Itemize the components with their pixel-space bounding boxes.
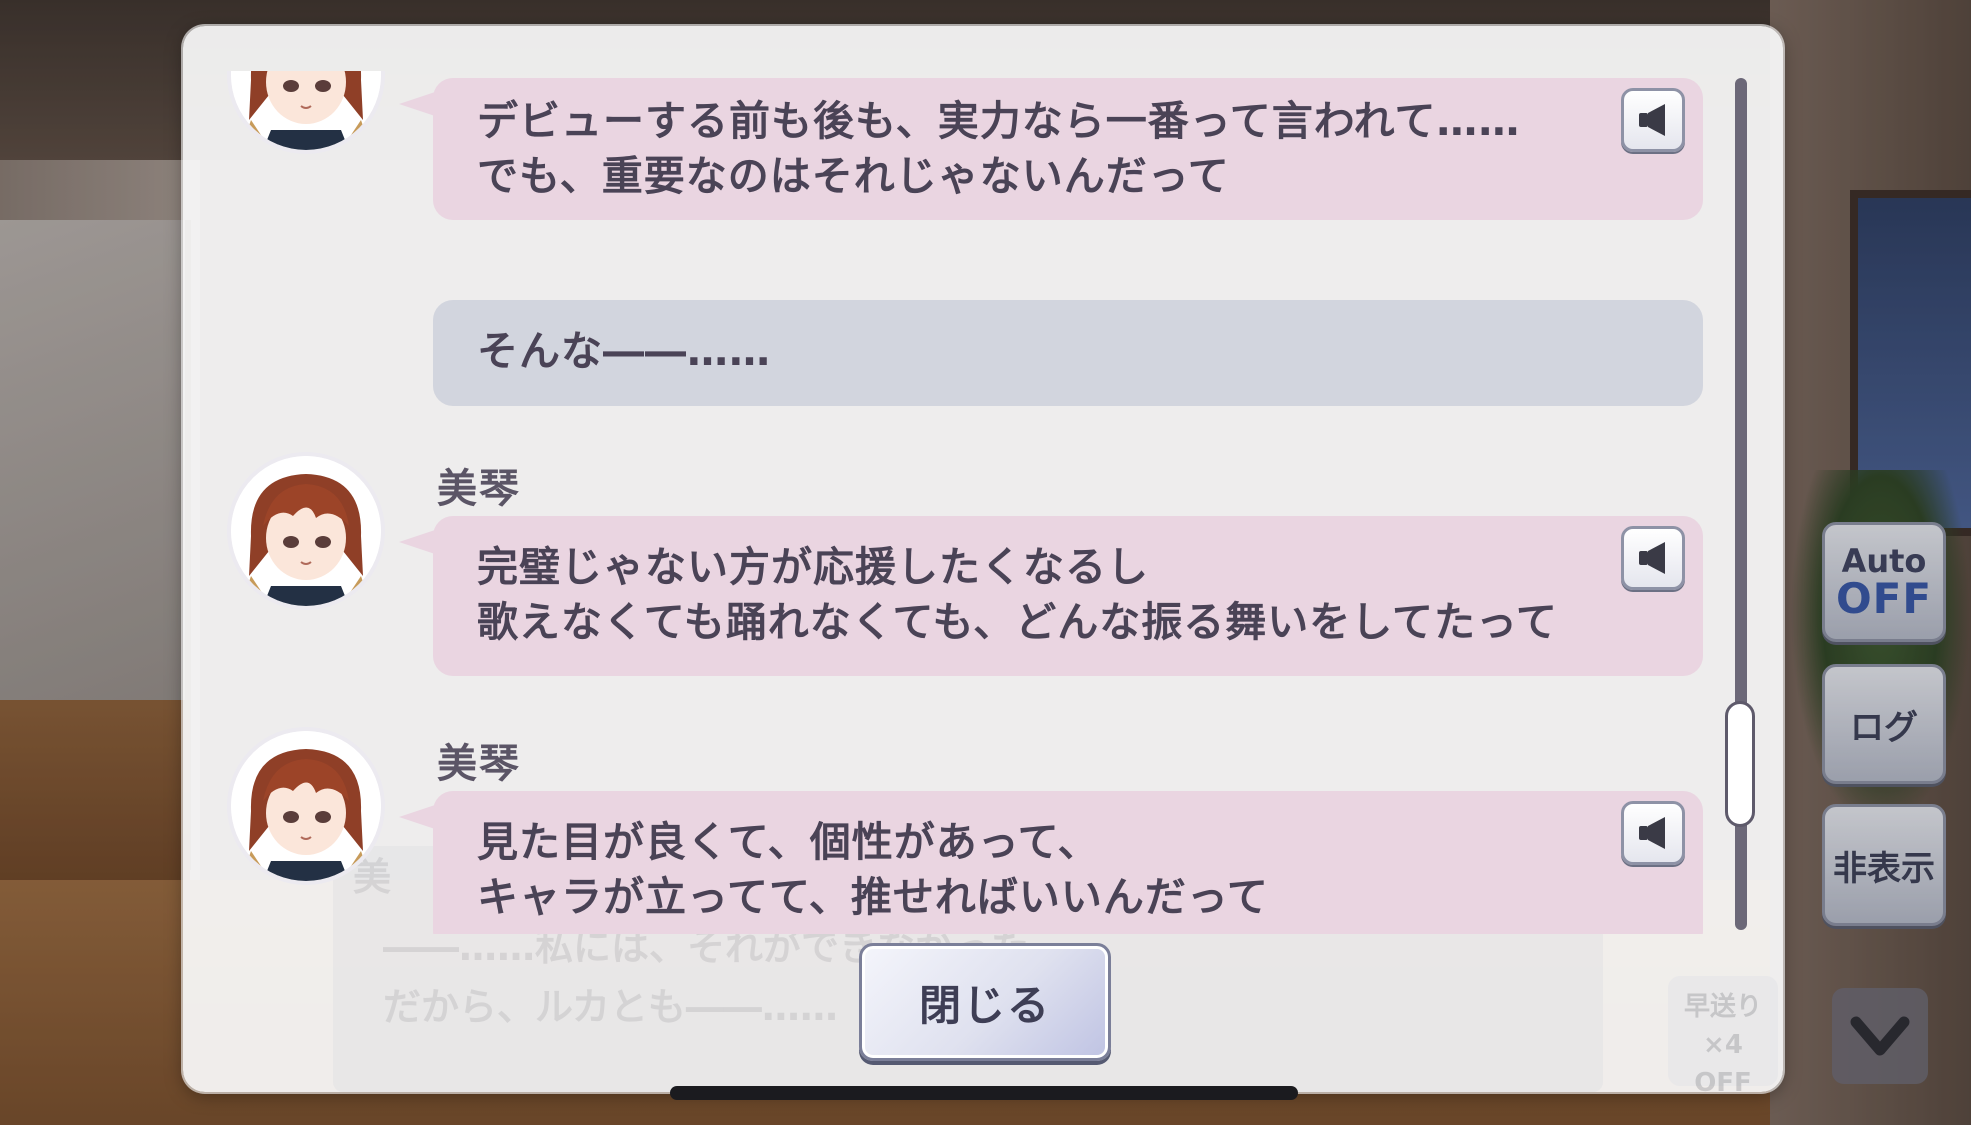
speaker-icon — [1639, 104, 1665, 136]
message-bubble: 見た目が良くて、個性があって、 キャラが立ってて、推せればいいんだって — [399, 791, 1703, 934]
voice-replay-button[interactable] — [1621, 88, 1685, 152]
speaker-icon — [1639, 817, 1665, 849]
message-line: そんな――…… — [477, 327, 771, 375]
close-button[interactable]: 閉じる — [859, 943, 1111, 1061]
avatar — [227, 727, 385, 885]
voice-replay-button[interactable] — [1621, 526, 1685, 590]
message-line: 見た目が良くて、個性があって、 — [477, 818, 1100, 866]
log-scroll-area[interactable]: デビューする前も後も、実力なら一番って言われて…… でも、重要なのはそれじゃない… — [183, 71, 1783, 934]
message-bubble: そんな――…… — [433, 300, 1703, 406]
speaker-name: 美琴 — [437, 741, 521, 787]
background-speed-button: 早送り×4 OFF — [1668, 976, 1778, 1092]
background-line-2: だから、ルカとも――…… — [383, 985, 838, 1029]
bubble-tail — [399, 92, 435, 116]
log-modal: 美 ――……私には、それができなかった だから、ルカとも――…… 早送り×4 O… — [183, 26, 1783, 1092]
character-portrait — [231, 71, 381, 150]
voice-replay-button[interactable] — [1621, 801, 1685, 865]
avatar — [227, 71, 385, 154]
message-bubble: 完璧じゃない方が応援したくなるし 歌えなくても踊れなくても、どんな振る舞いをして… — [399, 516, 1703, 676]
close-label: 閉じる — [918, 980, 1051, 1030]
speaker-icon — [1639, 542, 1665, 574]
bubble-tail — [399, 530, 435, 554]
speaker-name: 美琴 — [437, 466, 521, 512]
character-portrait — [231, 456, 381, 606]
scrollbar-thumb[interactable] — [1725, 701, 1755, 827]
character-portrait — [231, 731, 381, 881]
message-line: デビューする前も後も、実力なら一番って言われて…… — [477, 97, 1521, 145]
speed-state: OFF — [1694, 1068, 1752, 1092]
message-bubble: デビューする前も後も、実力なら一番って言われて…… でも、重要なのはそれじゃない… — [399, 78, 1703, 220]
bubble-tail — [399, 805, 435, 829]
avatar — [227, 452, 385, 610]
speed-label: 早送り×4 — [1683, 992, 1762, 1060]
home-indicator[interactable] — [670, 1086, 1298, 1100]
message-line: 完璧じゃない方が応援したくなるし — [477, 543, 1149, 591]
message-line: でも、重要なのはそれじゃないんだって — [477, 152, 1230, 200]
message-line: キャラが立ってて、推せればいいんだって — [477, 873, 1269, 921]
message-line: 歌えなくても踊れなくても、どんな振る舞いをしてたって — [477, 598, 1558, 646]
